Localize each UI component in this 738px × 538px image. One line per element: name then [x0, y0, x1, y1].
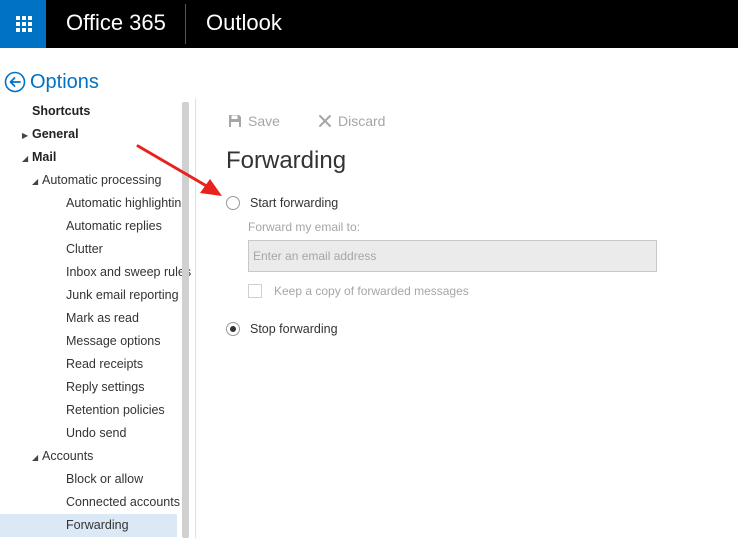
sidebar-item-accounts[interactable]: ◢ Accounts	[0, 445, 177, 468]
sidebar-item-label: Automatic processing	[42, 173, 162, 187]
start-forwarding-label: Start forwarding	[250, 196, 339, 210]
waffle-dot	[22, 16, 26, 20]
sidebar-item-label: Block or allow	[66, 472, 144, 486]
waffle-dot	[28, 22, 32, 26]
sidebar-item-mark-as-read[interactable]: Mark as read	[0, 307, 177, 330]
sidebar-item-label: Automatic replies	[66, 219, 162, 233]
sidebar-item-inbox-and-sweep-rules[interactable]: Inbox and sweep rules	[0, 261, 191, 284]
sidebar-item-retention-policies[interactable]: Retention policies	[0, 399, 177, 422]
sidebar-item-general[interactable]: ▶ General	[0, 123, 177, 146]
sidebar-item-connected-accounts[interactable]: Connected accounts	[0, 491, 180, 514]
header-divider	[185, 4, 186, 44]
sidebar-item-undo-send[interactable]: Undo send	[0, 422, 177, 445]
sidebar-item-junk-email-reporting[interactable]: Junk email reporting	[0, 284, 179, 307]
stop-forwarding-label: Stop forwarding	[250, 322, 338, 336]
sidebar-item-label: Undo send	[66, 426, 127, 440]
sidebar-item-read-receipts[interactable]: Read receipts	[0, 353, 177, 376]
waffle-dot	[16, 16, 20, 20]
sidebar-item-label: Reply settings	[66, 380, 145, 394]
waffle-dot	[16, 28, 20, 32]
waffle-dot	[22, 22, 26, 26]
discard-label: Discard	[338, 113, 386, 129]
expanded-triangle-icon[interactable]: ◢	[32, 170, 42, 193]
keep-copy-checkbox[interactable]	[248, 284, 262, 298]
expanded-triangle-icon[interactable]: ◢	[22, 147, 32, 170]
options-back-link[interactable]: Options	[4, 69, 99, 95]
stop-forwarding-radio-button[interactable]	[226, 322, 240, 336]
app-launcher-button[interactable]	[0, 0, 46, 48]
sidebar-item-label: Automatic highlighting	[66, 196, 189, 210]
top-bar: Office 365 Outlook	[0, 0, 738, 48]
start-forwarding-radio-button[interactable]	[226, 196, 240, 210]
sidebar-item-forwarding[interactable]: Forwarding	[0, 514, 177, 537]
sidebar-item-automatic-highlighting[interactable]: Automatic highlighting	[0, 192, 188, 215]
app-title[interactable]: Outlook	[206, 10, 282, 36]
save-label: Save	[248, 113, 280, 129]
sidebar-item-label: Accounts	[42, 449, 94, 463]
brand-title[interactable]: Office 365	[66, 10, 166, 36]
pane-divider	[195, 98, 196, 538]
sidebar-item-label: Mail	[32, 150, 57, 164]
sidebar-item-label: Mark as read	[66, 311, 139, 325]
sidebar-item-label: Clutter	[66, 242, 103, 256]
options-nav: Shortcuts ▶ General ◢ Mail ◢ Automatic process…	[0, 100, 191, 538]
sidebar-item-block-or-allow[interactable]: Block or allow	[0, 468, 177, 491]
sidebar-item-label: Forwarding	[66, 518, 129, 532]
back-arrow-icon	[4, 71, 26, 93]
keep-copy-label: Keep a copy of forwarded messages	[274, 284, 469, 298]
sidebar-item-label: Connected accounts	[66, 495, 180, 509]
sidebar-item-mail[interactable]: ◢ Mail	[0, 146, 177, 169]
forward-to-label: Forward my email to:	[248, 220, 361, 234]
nav-scrollbar[interactable]	[182, 102, 189, 538]
sidebar-item-automatic-processing[interactable]: ◢ Automatic processing	[0, 169, 177, 192]
sidebar-item-label: Junk email reporting	[66, 288, 179, 302]
stop-forwarding-radio[interactable]: Stop forwarding	[226, 320, 338, 338]
sidebar-item-label: Retention policies	[66, 403, 165, 417]
sidebar-item-label: Read receipts	[66, 357, 144, 371]
sidebar-item-label: General	[32, 127, 79, 141]
sidebar-item-label: Message options	[66, 334, 161, 348]
waffle-dot	[28, 16, 32, 20]
sidebar-item-clutter[interactable]: Clutter	[0, 238, 177, 261]
floppy-disk-icon	[229, 115, 241, 127]
sidebar-item-automatic-replies[interactable]: Automatic replies	[0, 215, 177, 238]
forward-email-input[interactable]	[248, 240, 657, 272]
keep-copy-option[interactable]: Keep a copy of forwarded messages	[248, 283, 469, 299]
expanded-triangle-icon[interactable]: ◢	[32, 446, 42, 469]
waffle-dot	[22, 28, 26, 32]
collapsed-triangle-icon[interactable]: ▶	[22, 124, 32, 147]
start-forwarding-radio[interactable]: Start forwarding	[226, 194, 338, 212]
save-button[interactable]: Save	[228, 111, 280, 131]
sidebar-item-label: Inbox and sweep rules	[66, 265, 192, 279]
sidebar-item-shortcuts[interactable]: Shortcuts	[0, 100, 177, 123]
sidebar-item-label: Shortcuts	[32, 104, 91, 118]
sidebar-item-message-options[interactable]: Message options	[0, 330, 177, 353]
waffle-dot	[16, 22, 20, 26]
waffle-dot	[28, 28, 32, 32]
sidebar-item-reply-settings[interactable]: Reply settings	[0, 376, 177, 399]
discard-button[interactable]: Discard	[318, 111, 385, 131]
x-icon	[319, 115, 331, 127]
page-title: Forwarding	[226, 147, 347, 174]
options-label: Options	[30, 70, 99, 93]
